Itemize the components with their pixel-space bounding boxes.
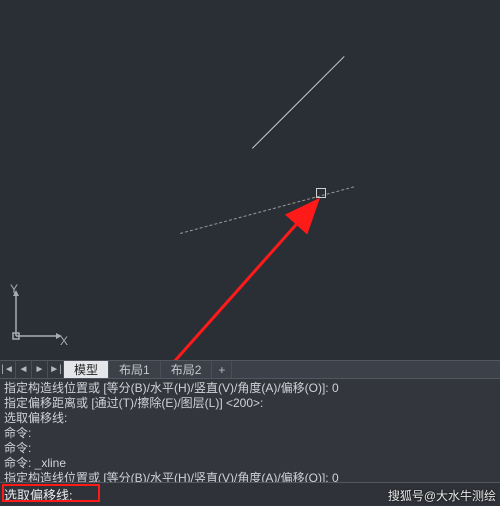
watermark: 搜狐号@大水牛测绘 (388, 487, 496, 504)
tab-first-button[interactable]: |◄ (0, 361, 16, 379)
tab-last-button[interactable]: ►| (48, 361, 64, 379)
tab-layout1[interactable]: 布局1 (109, 361, 161, 379)
command-prompt: 选取偏移线: (4, 485, 73, 504)
ucs-y-label: Y (10, 282, 18, 296)
tab-layout2[interactable]: 布局2 (161, 361, 213, 379)
construction-line-solid (252, 56, 345, 149)
ucs-icon: X Y (8, 284, 78, 354)
history-line: 命令: _xline (4, 456, 496, 471)
tab-add-button[interactable]: + (212, 361, 232, 378)
history-line: 指定构造线位置或 [等分(B)/水平(H)/竖直(V)/角度(A)/偏移(O)]… (4, 471, 496, 482)
command-history[interactable]: 指定构造线位置或 [等分(B)/水平(H)/竖直(V)/角度(A)/偏移(O)]… (0, 378, 500, 482)
drawing-canvas[interactable]: X Y (0, 0, 500, 360)
history-line: 指定构造线位置或 [等分(B)/水平(H)/竖直(V)/角度(A)/偏移(O)]… (4, 381, 496, 396)
cursor-pickbox (316, 188, 326, 198)
history-line: 指定偏移距离或 [通过(T)/擦除(E)/图层(L)] <200>: (4, 396, 496, 411)
ucs-x-label: X (60, 334, 68, 348)
tab-navigation: |◄ ◄ ► ►| (0, 361, 64, 378)
history-line: 命令: (4, 426, 496, 441)
tab-next-button[interactable]: ► (32, 361, 48, 379)
tab-prev-button[interactable]: ◄ (16, 361, 32, 379)
construction-line-dashed (180, 186, 354, 234)
history-line: 选取偏移线: (4, 411, 496, 426)
history-line: 命令: (4, 441, 496, 456)
tab-model[interactable]: 模型 (64, 361, 109, 379)
layout-tabbar: |◄ ◄ ► ►| 模型 布局1 布局2 + (0, 360, 500, 378)
